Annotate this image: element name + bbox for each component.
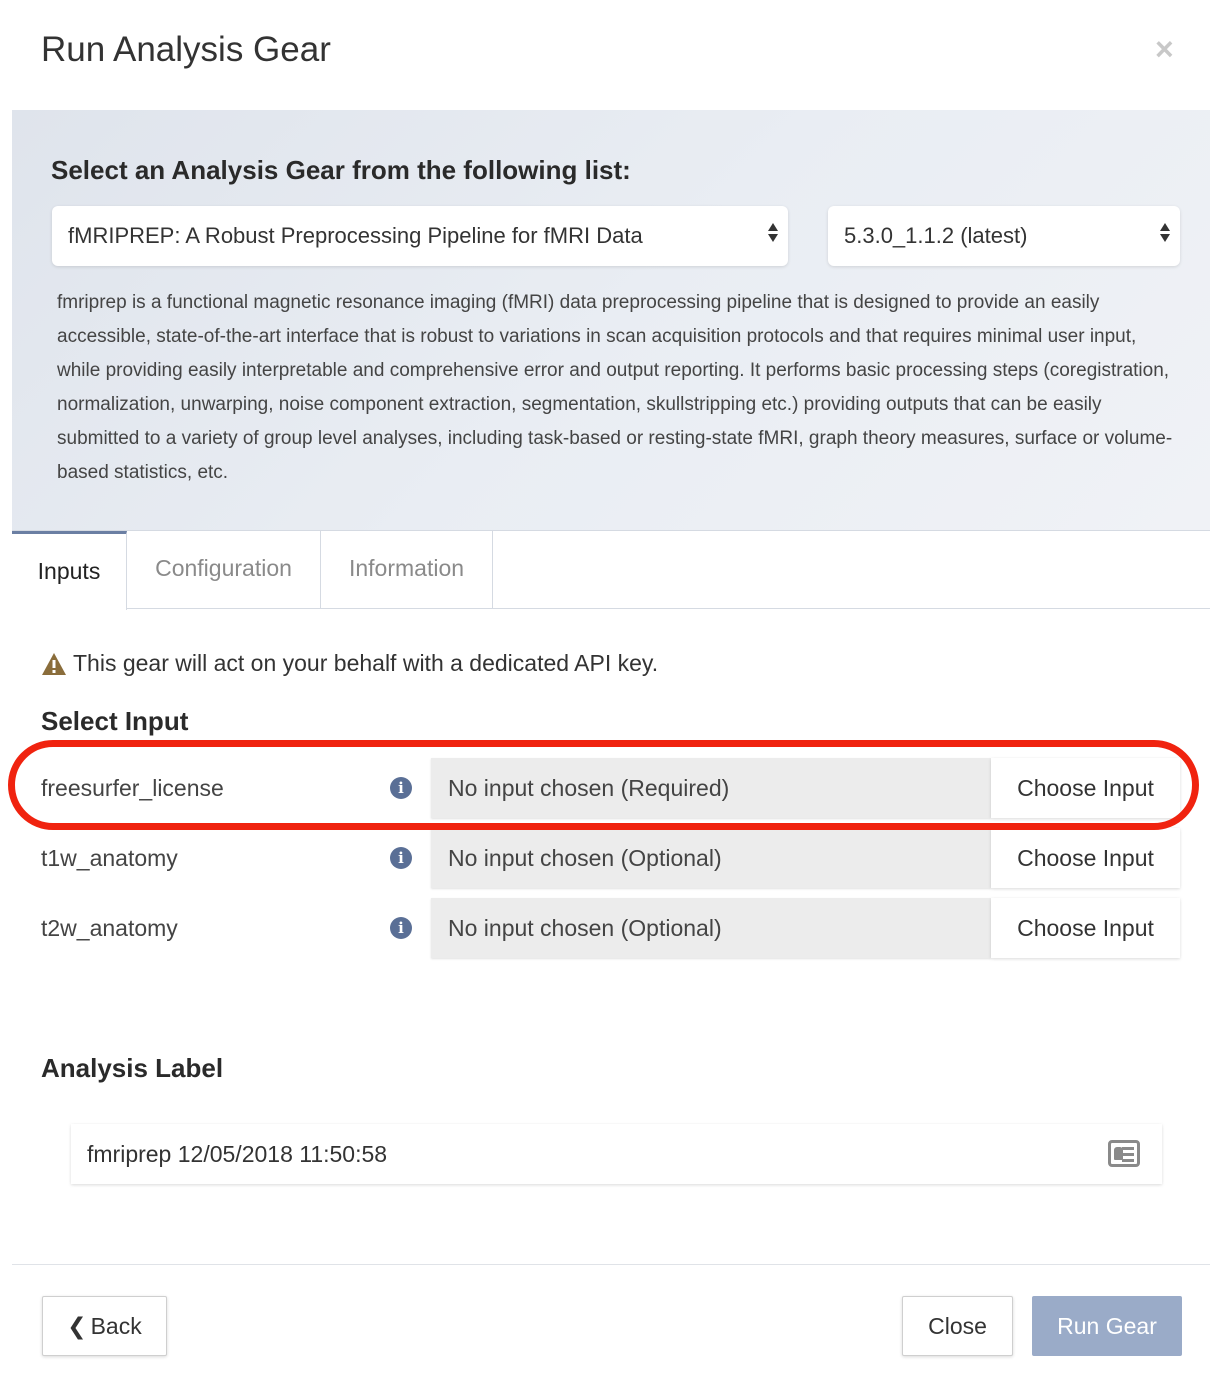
footer-divider — [12, 1264, 1210, 1265]
input-status-field: No input chosen (Optional) — [431, 828, 991, 888]
modal-title: Run Analysis Gear — [41, 30, 331, 69]
gear-selection-panel: Select an Analysis Gear from the followi… — [12, 110, 1210, 531]
input-row-freesurfer-license: freesurfer_license i No input chosen (Re… — [41, 758, 1180, 818]
tab-information[interactable]: Information — [321, 531, 493, 609]
close-button[interactable]: Close — [902, 1296, 1013, 1356]
choose-input-button[interactable]: Choose Input — [991, 758, 1180, 818]
tab-bar: Inputs Configuration Information — [12, 531, 1210, 610]
analysis-label-input[interactable] — [87, 1141, 987, 1168]
version-select[interactable]: 5.3.0_1.1.2 (latest) — [828, 206, 1180, 266]
input-name: t1w_anatomy — [41, 845, 178, 871]
analysis-label-field — [71, 1124, 1162, 1184]
gear-select-heading: Select an Analysis Gear from the followi… — [51, 155, 631, 185]
info-icon[interactable]: i — [390, 917, 412, 939]
id-card-icon[interactable] — [1108, 1140, 1140, 1167]
warning-text: This gear will act on your behalf with a… — [73, 650, 659, 676]
input-status-field: No input chosen (Optional) — [431, 898, 991, 958]
select-input-title: Select Input — [41, 706, 189, 736]
warning-triangle-icon — [42, 652, 66, 675]
input-row-t1w-anatomy: t1w_anatomy i No input chosen (Optional)… — [41, 828, 1180, 888]
input-name: t2w_anatomy — [41, 915, 178, 941]
gear-description: fmriprep is a functional magnetic resona… — [57, 292, 1173, 483]
back-button-label: Back — [90, 1313, 142, 1339]
gear-select[interactable]: fMRIPREP: A Robust Preprocessing Pipelin… — [52, 206, 788, 266]
input-name: freesurfer_license — [41, 775, 224, 801]
version-select-value: 5.3.0_1.1.2 (latest) — [844, 223, 1028, 248]
input-row-t2w-anatomy: t2w_anatomy i No input chosen (Optional)… — [41, 898, 1180, 958]
gear-select-value: fMRIPREP: A Robust Preprocessing Pipelin… — [68, 223, 643, 248]
choose-input-button[interactable]: Choose Input — [991, 828, 1180, 888]
back-button[interactable]: ❮ Back — [42, 1296, 167, 1356]
tab-configuration[interactable]: Configuration — [127, 531, 321, 609]
run-gear-button[interactable]: Run Gear — [1032, 1296, 1182, 1356]
input-status-field: No input chosen (Required) — [431, 758, 991, 818]
api-key-warning: This gear will act on your behalf with a… — [41, 650, 658, 677]
info-icon[interactable]: i — [390, 777, 412, 799]
analysis-label-title: Analysis Label — [41, 1053, 224, 1083]
tab-inputs[interactable]: Inputs — [12, 531, 127, 610]
chevron-left-icon: ❮ — [67, 1313, 87, 1339]
select-arrows-icon — [1160, 223, 1170, 242]
close-icon[interactable]: × — [1155, 33, 1174, 65]
choose-input-button[interactable]: Choose Input — [991, 898, 1180, 958]
info-icon[interactable]: i — [390, 847, 412, 869]
select-arrows-icon — [768, 223, 778, 242]
